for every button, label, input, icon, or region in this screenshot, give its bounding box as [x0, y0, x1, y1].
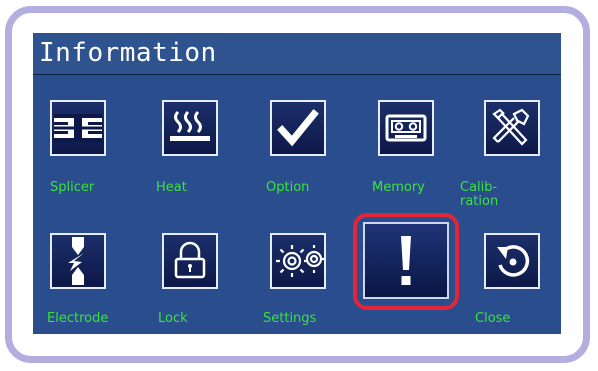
lock-icon — [174, 241, 206, 279]
close-button[interactable] — [484, 233, 540, 289]
gears-icon — [276, 245, 324, 277]
calibration-button[interactable] — [484, 100, 540, 156]
back-arrow-icon — [497, 245, 530, 277]
splicer-button[interactable] — [50, 100, 106, 156]
memory-button[interactable] — [378, 100, 434, 156]
electrode-icon — [68, 237, 84, 285]
heat-label: Heat — [156, 180, 187, 195]
option-label: Option — [266, 180, 310, 195]
option-button[interactable] — [270, 100, 326, 156]
calibration-label: Calib- ration — [460, 180, 499, 209]
information-button[interactable] — [363, 222, 449, 299]
splicer-label: Splicer — [50, 180, 95, 195]
electrode-label: Electrode — [47, 311, 109, 326]
heat-icon — [170, 110, 210, 141]
heat-button[interactable] — [162, 100, 218, 156]
page-title: Information — [39, 38, 217, 68]
memory-label: Memory — [372, 180, 425, 195]
settings-label: Settings — [263, 311, 317, 326]
title-bar: Information — [33, 33, 561, 75]
close-label: Close — [475, 311, 511, 326]
settings-button[interactable] — [270, 233, 326, 289]
lock-button[interactable] — [162, 233, 218, 289]
lock-label: Lock — [158, 311, 188, 326]
device-screen: Information Splicer Heat Option Memory C… — [33, 33, 561, 334]
electrode-button[interactable] — [50, 233, 106, 289]
cassette-icon — [385, 114, 427, 142]
tools-icon — [492, 108, 530, 146]
splicer-icon — [54, 114, 102, 142]
checkmark-icon — [277, 109, 319, 147]
exclamation-icon — [401, 236, 411, 285]
